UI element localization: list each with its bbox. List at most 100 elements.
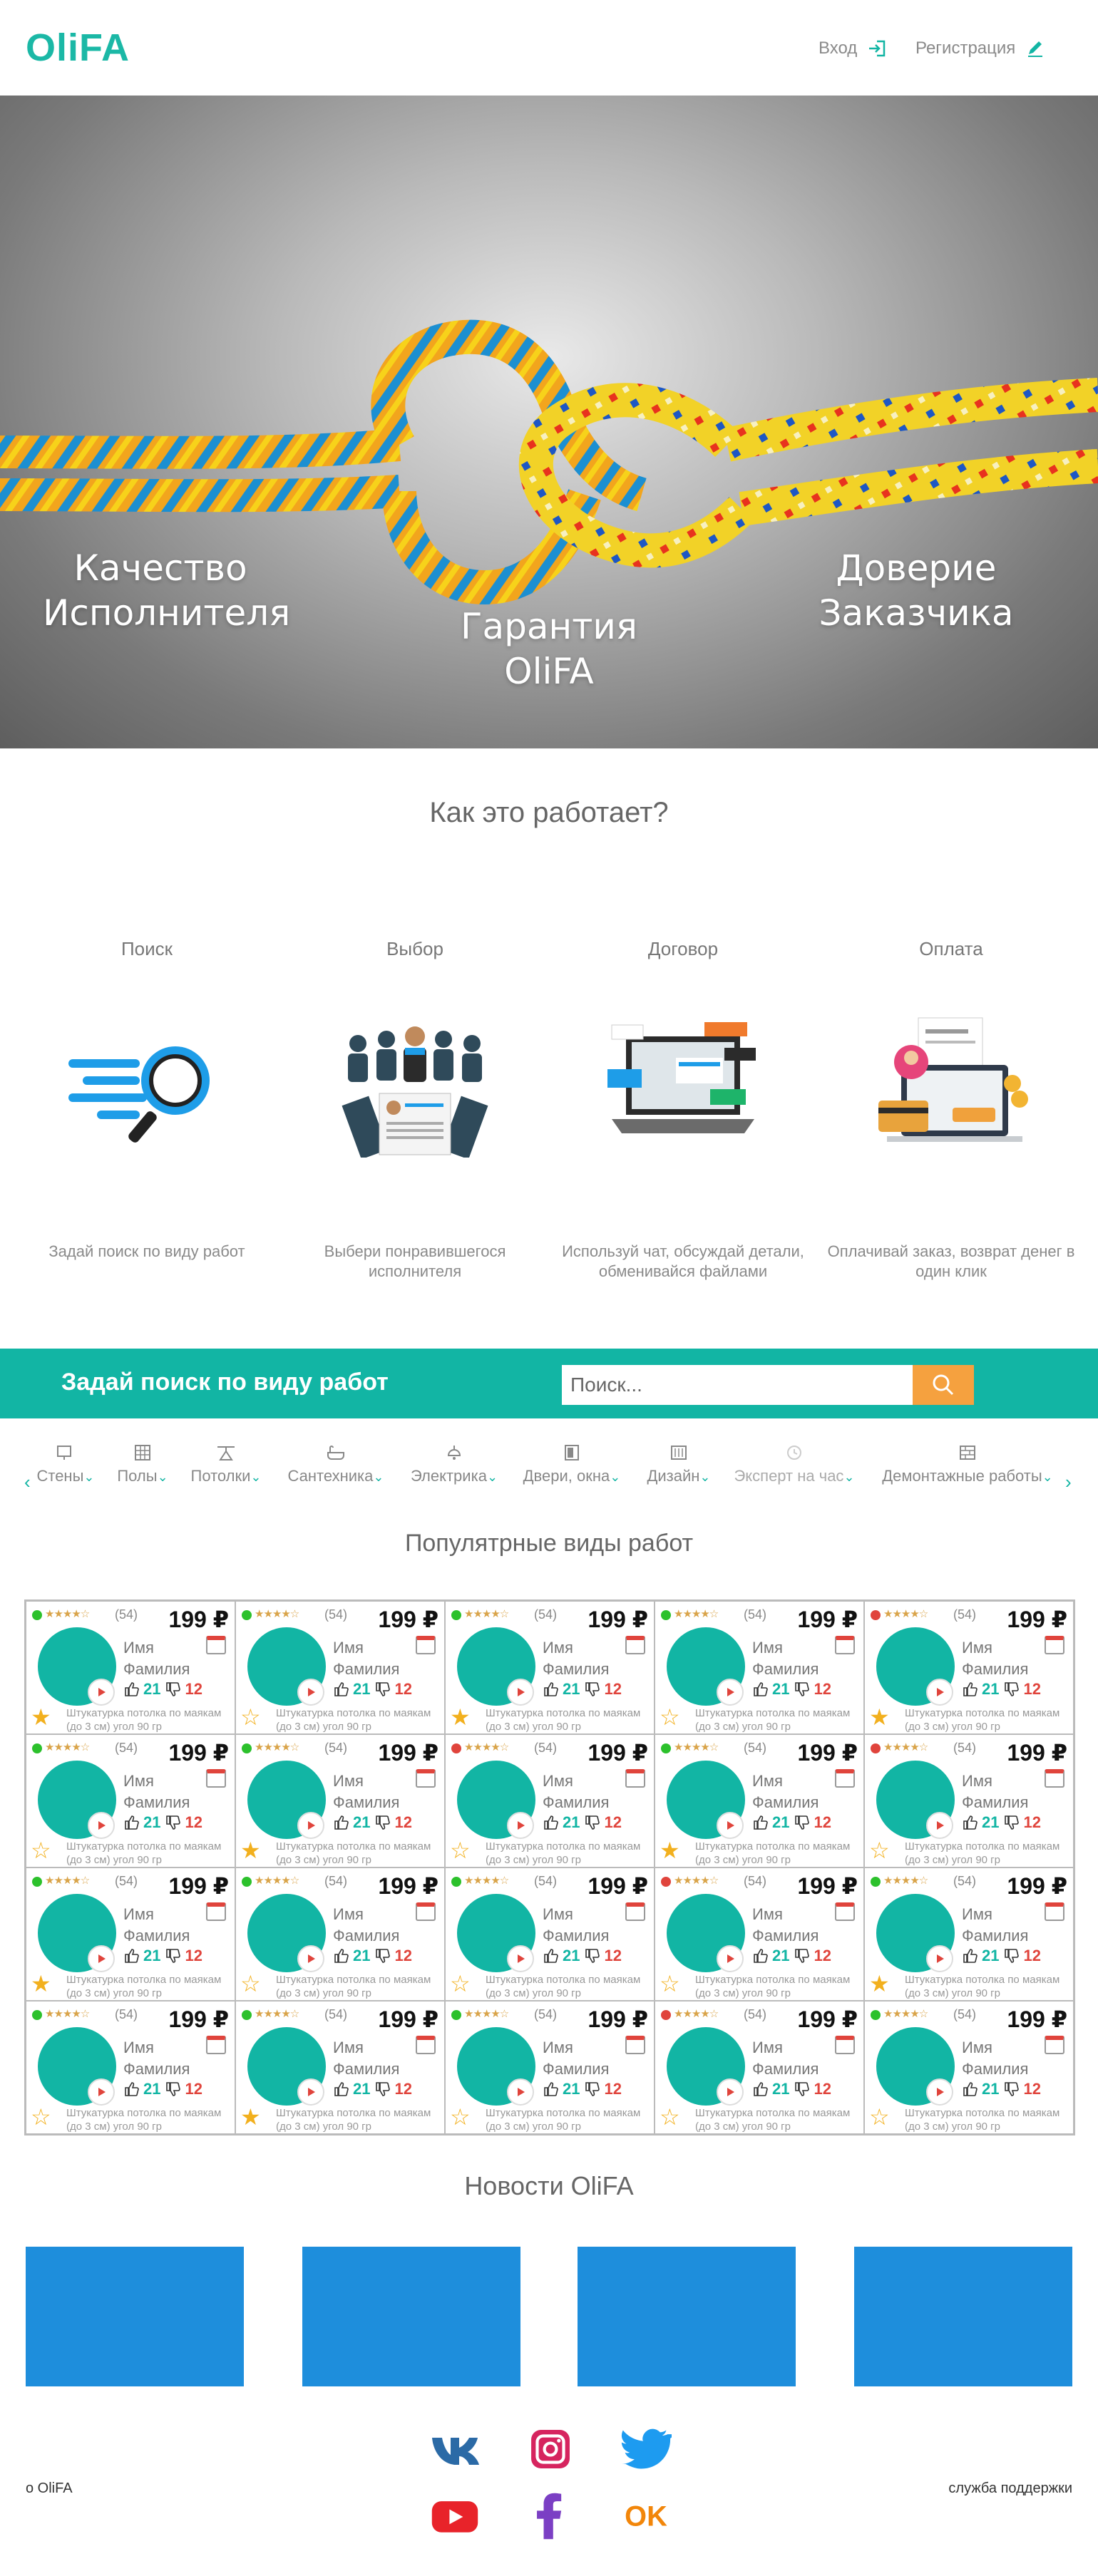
worker-card[interactable]: ★★★★☆ (54) 199 ₽ Имя Фамилия 21 12 ☆ Штук… (655, 1601, 864, 1734)
worker-card[interactable]: ★★★★☆ (54) 199 ₽ Имя Фамилия 21 12 ☆ Штук… (26, 1734, 235, 1867)
favorite-star-icon[interactable]: ☆ (450, 2106, 471, 2128)
calendar-icon[interactable] (206, 1902, 226, 1921)
odnoklassniki-icon[interactable]: OK (619, 2489, 673, 2543)
chevron-right-icon[interactable]: › (1065, 1471, 1072, 1493)
calendar-icon[interactable] (835, 1769, 855, 1788)
worker-card[interactable]: ★★★★☆ (54) 199 ₽ Имя Фамилия 21 12 ★ Штук… (235, 1734, 445, 1867)
favorite-star-icon[interactable]: ★ (31, 1972, 51, 1995)
play-icon[interactable] (717, 1679, 744, 1706)
facebook-icon[interactable] (523, 2489, 578, 2543)
instagram-icon[interactable] (523, 2422, 578, 2476)
worker-card[interactable]: ★★★★☆ (54) 199 ₽ Имя Фамилия 21 12 ★ Штук… (864, 1867, 1074, 2001)
play-icon[interactable] (926, 2078, 953, 2106)
play-icon[interactable] (717, 1945, 744, 1972)
favorite-star-icon[interactable]: ★ (240, 1839, 261, 1862)
calendar-icon[interactable] (1045, 1636, 1064, 1654)
register-link[interactable]: Регистрация (915, 38, 1045, 58)
play-icon[interactable] (717, 2078, 744, 2106)
favorite-star-icon[interactable]: ☆ (660, 1972, 680, 1995)
login-link[interactable]: Вход (819, 38, 887, 58)
favorite-star-icon[interactable]: ☆ (660, 2106, 680, 2128)
play-icon[interactable] (88, 1945, 115, 1972)
play-icon[interactable] (507, 1679, 534, 1706)
worker-card[interactable]: ★★★★☆ (54) 199 ₽ Имя Фамилия 21 12 ☆ Штук… (864, 1734, 1074, 1867)
worker-card[interactable]: ★★★★☆ (54) 199 ₽ Имя Фамилия 21 12 ☆ Штук… (26, 2001, 235, 2134)
category-design[interactable]: Дизайн⌄ (637, 1444, 720, 1485)
favorite-star-icon[interactable]: ★ (660, 1839, 680, 1862)
favorite-star-icon[interactable]: ☆ (240, 1706, 261, 1729)
calendar-icon[interactable] (206, 2036, 226, 2054)
play-icon[interactable] (297, 2078, 324, 2106)
play-icon[interactable] (507, 1812, 534, 1839)
category-electrics[interactable]: Электрика⌄ (401, 1444, 508, 1485)
worker-card[interactable]: ★★★★☆ (54) 199 ₽ Имя Фамилия 21 12 ☆ Штук… (235, 1601, 445, 1734)
play-icon[interactable] (717, 1812, 744, 1839)
play-icon[interactable] (88, 1679, 115, 1706)
worker-card[interactable]: ★★★★☆ (54) 199 ₽ Имя Фамилия 21 12 ★ Штук… (445, 1601, 655, 1734)
calendar-icon[interactable] (206, 1769, 226, 1788)
favorite-star-icon[interactable]: ☆ (240, 1972, 261, 1995)
calendar-icon[interactable] (416, 1636, 436, 1654)
favorite-star-icon[interactable]: ☆ (660, 1706, 680, 1729)
calendar-icon[interactable] (1045, 1769, 1064, 1788)
worker-card[interactable]: ★★★★☆ (54) 199 ₽ Имя Фамилия 21 12 ☆ Штук… (445, 1734, 655, 1867)
worker-card[interactable]: ★★★★☆ (54) 199 ₽ Имя Фамилия 21 12 ☆ Штук… (235, 1867, 445, 2001)
favorite-star-icon[interactable]: ★ (31, 1706, 51, 1729)
chevron-left-icon[interactable]: ‹ (24, 1471, 31, 1493)
worker-card[interactable]: ★★★★☆ (54) 199 ₽ Имя Фамилия 21 12 ★ Штук… (235, 2001, 445, 2134)
worker-card[interactable]: ★★★★☆ (54) 199 ₽ Имя Фамилия 21 12 ☆ Штук… (445, 1867, 655, 2001)
calendar-icon[interactable] (835, 1636, 855, 1654)
favorite-star-icon[interactable]: ☆ (450, 1972, 471, 1995)
logo[interactable]: OliFA (26, 26, 130, 70)
search-button[interactable] (913, 1365, 974, 1405)
play-icon[interactable] (297, 1679, 324, 1706)
play-icon[interactable] (507, 2078, 534, 2106)
play-icon[interactable] (507, 1945, 534, 1972)
calendar-icon[interactable] (625, 1902, 645, 1921)
search-input[interactable] (562, 1365, 913, 1405)
category-plumbing[interactable]: Сантехника⌄ (281, 1444, 391, 1485)
news-tile[interactable] (26, 2247, 244, 2386)
favorite-star-icon[interactable]: ★ (240, 2106, 261, 2128)
category-walls[interactable]: Стены⌄ (31, 1444, 100, 1485)
calendar-icon[interactable] (416, 1769, 436, 1788)
favorite-star-icon[interactable]: ☆ (869, 2106, 890, 2128)
favorite-star-icon[interactable]: ☆ (869, 1839, 890, 1862)
worker-card[interactable]: ★★★★☆ (54) 199 ₽ Имя Фамилия 21 12 ★ Штук… (26, 1601, 235, 1734)
worker-card[interactable]: ★★★★☆ (54) 199 ₽ Имя Фамилия 21 12 ★ Штук… (26, 1867, 235, 2001)
worker-card[interactable]: ★★★★☆ (54) 199 ₽ Имя Фамилия 21 12 ★ Штук… (864, 1601, 1074, 1734)
calendar-icon[interactable] (625, 1636, 645, 1654)
worker-card[interactable]: ★★★★☆ (54) 199 ₽ Имя Фамилия 21 12 ☆ Штук… (864, 2001, 1074, 2134)
news-tile[interactable] (854, 2247, 1072, 2386)
play-icon[interactable] (297, 1812, 324, 1839)
favorite-star-icon[interactable]: ★ (869, 1972, 890, 1995)
favorite-star-icon[interactable]: ☆ (450, 1839, 471, 1862)
calendar-icon[interactable] (625, 2036, 645, 2054)
category-doors-windows[interactable]: Двери, окна⌄ (518, 1444, 626, 1485)
category-demolition[interactable]: Демонтажные работы⌄ (873, 1444, 1062, 1485)
worker-card[interactable]: ★★★★☆ (54) 199 ₽ Имя Фамилия 21 12 ☆ Штук… (655, 1867, 864, 2001)
play-icon[interactable] (297, 1945, 324, 1972)
play-icon[interactable] (88, 1812, 115, 1839)
twitter-icon[interactable] (619, 2422, 673, 2476)
play-icon[interactable] (88, 2078, 115, 2106)
calendar-icon[interactable] (1045, 2036, 1064, 2054)
calendar-icon[interactable] (835, 1902, 855, 1921)
favorite-star-icon[interactable]: ★ (869, 1706, 890, 1729)
calendar-icon[interactable] (416, 1902, 436, 1921)
news-tile[interactable] (302, 2247, 520, 2386)
play-icon[interactable] (926, 1812, 953, 1839)
calendar-icon[interactable] (625, 1769, 645, 1788)
worker-card[interactable]: ★★★★☆ (54) 199 ₽ Имя Фамилия 21 12 ★ Штук… (655, 1734, 864, 1867)
footer-support-link[interactable]: служба поддержки (948, 2480, 1072, 2497)
news-tile[interactable] (578, 2247, 796, 2386)
play-icon[interactable] (926, 1945, 953, 1972)
worker-card[interactable]: ★★★★☆ (54) 199 ₽ Имя Фамилия 21 12 ☆ Штук… (655, 2001, 864, 2134)
calendar-icon[interactable] (835, 2036, 855, 2054)
category-floors[interactable]: Полы⌄ (110, 1444, 175, 1485)
favorite-star-icon[interactable]: ★ (450, 1706, 471, 1729)
calendar-icon[interactable] (206, 1636, 226, 1654)
calendar-icon[interactable] (416, 2036, 436, 2054)
category-expert-hour[interactable]: Эксперт на час⌄ (730, 1444, 858, 1485)
vk-icon[interactable] (428, 2422, 482, 2476)
